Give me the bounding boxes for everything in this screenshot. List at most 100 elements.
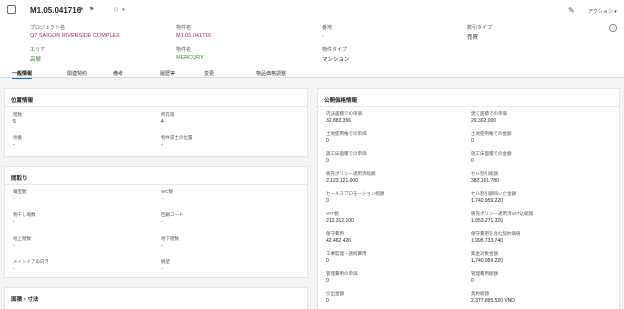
- pricing-value: 29.302.000: [471, 118, 497, 124]
- tab-general[interactable]: 一般情報: [12, 70, 33, 79]
- view-field: 眺望 -: [161, 259, 170, 272]
- pricing-value: 42.462.420: [326, 238, 352, 244]
- lot-field: 地番 -: [13, 135, 22, 148]
- tab-bar: 一般情報 関連契約 備考 履歴等 変更 物品価格調整: [0, 69, 624, 79]
- above-ground-value: -: [13, 243, 15, 249]
- pricing-value: 1.953.271.320: [471, 218, 503, 224]
- pricing-label: セールスプロモーション総額: [326, 191, 385, 196]
- pricing-field: 引出金額 0: [326, 291, 344, 304]
- tab-changes[interactable]: 変更: [204, 70, 214, 77]
- bedroom-field: 寝室数 -: [13, 189, 27, 202]
- pricing-value: 1.740.959.220: [471, 198, 503, 204]
- door-direction-value: -: [13, 266, 15, 272]
- wc-value: -: [161, 196, 163, 202]
- pricing-field: 集金対象金額 1.740.959.220: [471, 251, 503, 264]
- floor-position-value: 4: [161, 119, 164, 125]
- pricing-field: 内法面積での単価 32.883.356: [326, 111, 362, 124]
- pricing-label: 管理費用の単価: [326, 271, 358, 276]
- pricing-card: 公開価格情報 内法面積での単価 32.883.356 建て面積での単価 29.302…: [317, 88, 620, 309]
- balcony-value: -: [161, 219, 163, 225]
- position-value: -: [161, 142, 163, 148]
- layout-card: 間取り 寝室数 - WC数 - 物干し場数 - 回廊コード - 地上階数 - 地…: [4, 166, 308, 278]
- building-label: 物件名: [176, 47, 192, 53]
- unit-label: 物件名: [176, 25, 192, 31]
- above-ground-label: 地上階数: [13, 236, 31, 241]
- pricing-label: 建て面積での単価: [471, 111, 507, 116]
- pricing-value: 0: [326, 278, 329, 284]
- view-label: 眺望: [161, 259, 170, 264]
- unit-link[interactable]: M1.05.041716: [176, 33, 211, 39]
- pricing-value: 0: [471, 278, 474, 284]
- pricing-label: 内法面積での単価: [326, 111, 362, 116]
- layout-title: 間取り: [11, 176, 28, 182]
- pricing-label: 引出金額: [326, 291, 344, 296]
- chevron-down-icon[interactable]: ▾: [122, 6, 125, 14]
- pricing-field: 工事監理・諸経費用 0: [326, 251, 367, 264]
- pricing-label: 集金対象金額: [471, 251, 498, 256]
- pricing-field: 管理費用総額 0: [471, 271, 498, 284]
- pricing-field: セル割引額除いた金額 1.740.959.220: [471, 191, 516, 204]
- view-value: -: [161, 266, 163, 272]
- flag-icon[interactable]: ⚑: [89, 6, 94, 14]
- record-header: M1.05.041716 ★ ⚑ ⌂ ▾ ✎ アクション ▾ ☺ プロジェクト名…: [0, 0, 624, 79]
- floor-position-field: 所在階 4: [161, 112, 175, 125]
- pricing-value: 0: [471, 158, 474, 164]
- pricing-label: 工事監理・諸経費用: [326, 251, 367, 256]
- sale-type-value: 売買: [467, 35, 479, 41]
- building-field: 物件名 MERCURY: [176, 46, 204, 61]
- wc-field: WC数 -: [161, 189, 173, 202]
- tab-notes[interactable]: 備考: [113, 70, 123, 77]
- pricing-title: 公開価格情報: [324, 98, 358, 104]
- pricing-value: 1.995.733.740: [471, 238, 503, 244]
- tag-icon[interactable]: ⌂: [114, 6, 118, 14]
- pencil-icon[interactable]: ✎: [568, 6, 575, 15]
- lot-label: 地番: [13, 135, 22, 140]
- wc-label: WC数: [161, 189, 173, 194]
- property-type-value: マンション: [322, 57, 350, 63]
- door-direction-label: メインドアの向き: [13, 259, 49, 264]
- floor-position-label: 所在階: [161, 112, 175, 117]
- pricing-value: 0: [471, 138, 474, 144]
- pricing-label: 保守費用: [326, 231, 344, 236]
- pricing-label: 施工床面積での金額: [471, 151, 512, 156]
- door-direction-field: メインドアの向き -: [13, 259, 49, 272]
- pricing-label: 契約総額: [471, 291, 489, 296]
- pricing-field: 販売ポリシー適用済総額 2.123.121.000: [326, 171, 376, 184]
- floor-count-value: 5: [13, 119, 16, 125]
- pricing-field: 土地使用権での金額 0: [471, 131, 512, 144]
- pricing-field: 契約総額 2.377.895.520 VND: [471, 291, 515, 304]
- actions-button[interactable]: アクション ▾: [588, 8, 617, 15]
- number-label: 番地: [322, 25, 333, 31]
- closet-field: 物干し場数 -: [13, 212, 36, 225]
- pricing-field: VAT額 212.312.100: [326, 211, 354, 224]
- pricing-label: 施工床面積での単価: [326, 151, 367, 156]
- project-link[interactable]: Q7 SAIGON RIVERSIDE COMPLEX: [30, 33, 120, 39]
- pricing-value: 2.123.121.000: [326, 178, 358, 184]
- star-icon[interactable]: ★: [78, 6, 84, 14]
- pricing-label: 販売ポリシー適用済VAT込総額: [471, 211, 534, 216]
- pricing-field: 土地使用権での単価 0: [326, 131, 367, 144]
- below-ground-field: 地下階数 -: [161, 236, 179, 249]
- project-label: プロジェクト名: [30, 25, 66, 31]
- pricing-field: 管理費用の単価 0: [326, 271, 358, 284]
- divider: [318, 106, 619, 107]
- dimensions-card: 面積・寸法: [4, 287, 308, 309]
- pricing-field: 保守費用 42.462.420: [326, 231, 351, 244]
- closet-label: 物干し場数: [13, 212, 36, 217]
- pricing-value: 382.161.780: [471, 178, 499, 184]
- property-type-field: 物件タイプ マンション: [322, 46, 350, 63]
- tab-history[interactable]: 履歴等: [160, 70, 175, 77]
- tab-related-contracts[interactable]: 関連契約: [67, 70, 87, 77]
- below-ground-label: 地下階数: [161, 236, 179, 241]
- bedroom-value: -: [13, 196, 15, 202]
- pricing-value: 1.740.959.220: [471, 258, 503, 264]
- unit-field: 物件名 M1.05.041716: [176, 24, 211, 39]
- pricing-field: セル割引総額 382.161.780: [471, 171, 499, 184]
- pricing-value: 0: [326, 258, 329, 264]
- smiley-icon[interactable]: ☺: [609, 24, 617, 32]
- floor-count-field: 階数 5: [13, 112, 22, 125]
- cube-icon: [7, 5, 16, 14]
- pricing-field: 施工床面積での金額 0: [471, 151, 512, 164]
- tab-price-adjustment[interactable]: 物品価格調整: [256, 70, 286, 77]
- sale-type-label: 数引タイプ: [467, 25, 493, 31]
